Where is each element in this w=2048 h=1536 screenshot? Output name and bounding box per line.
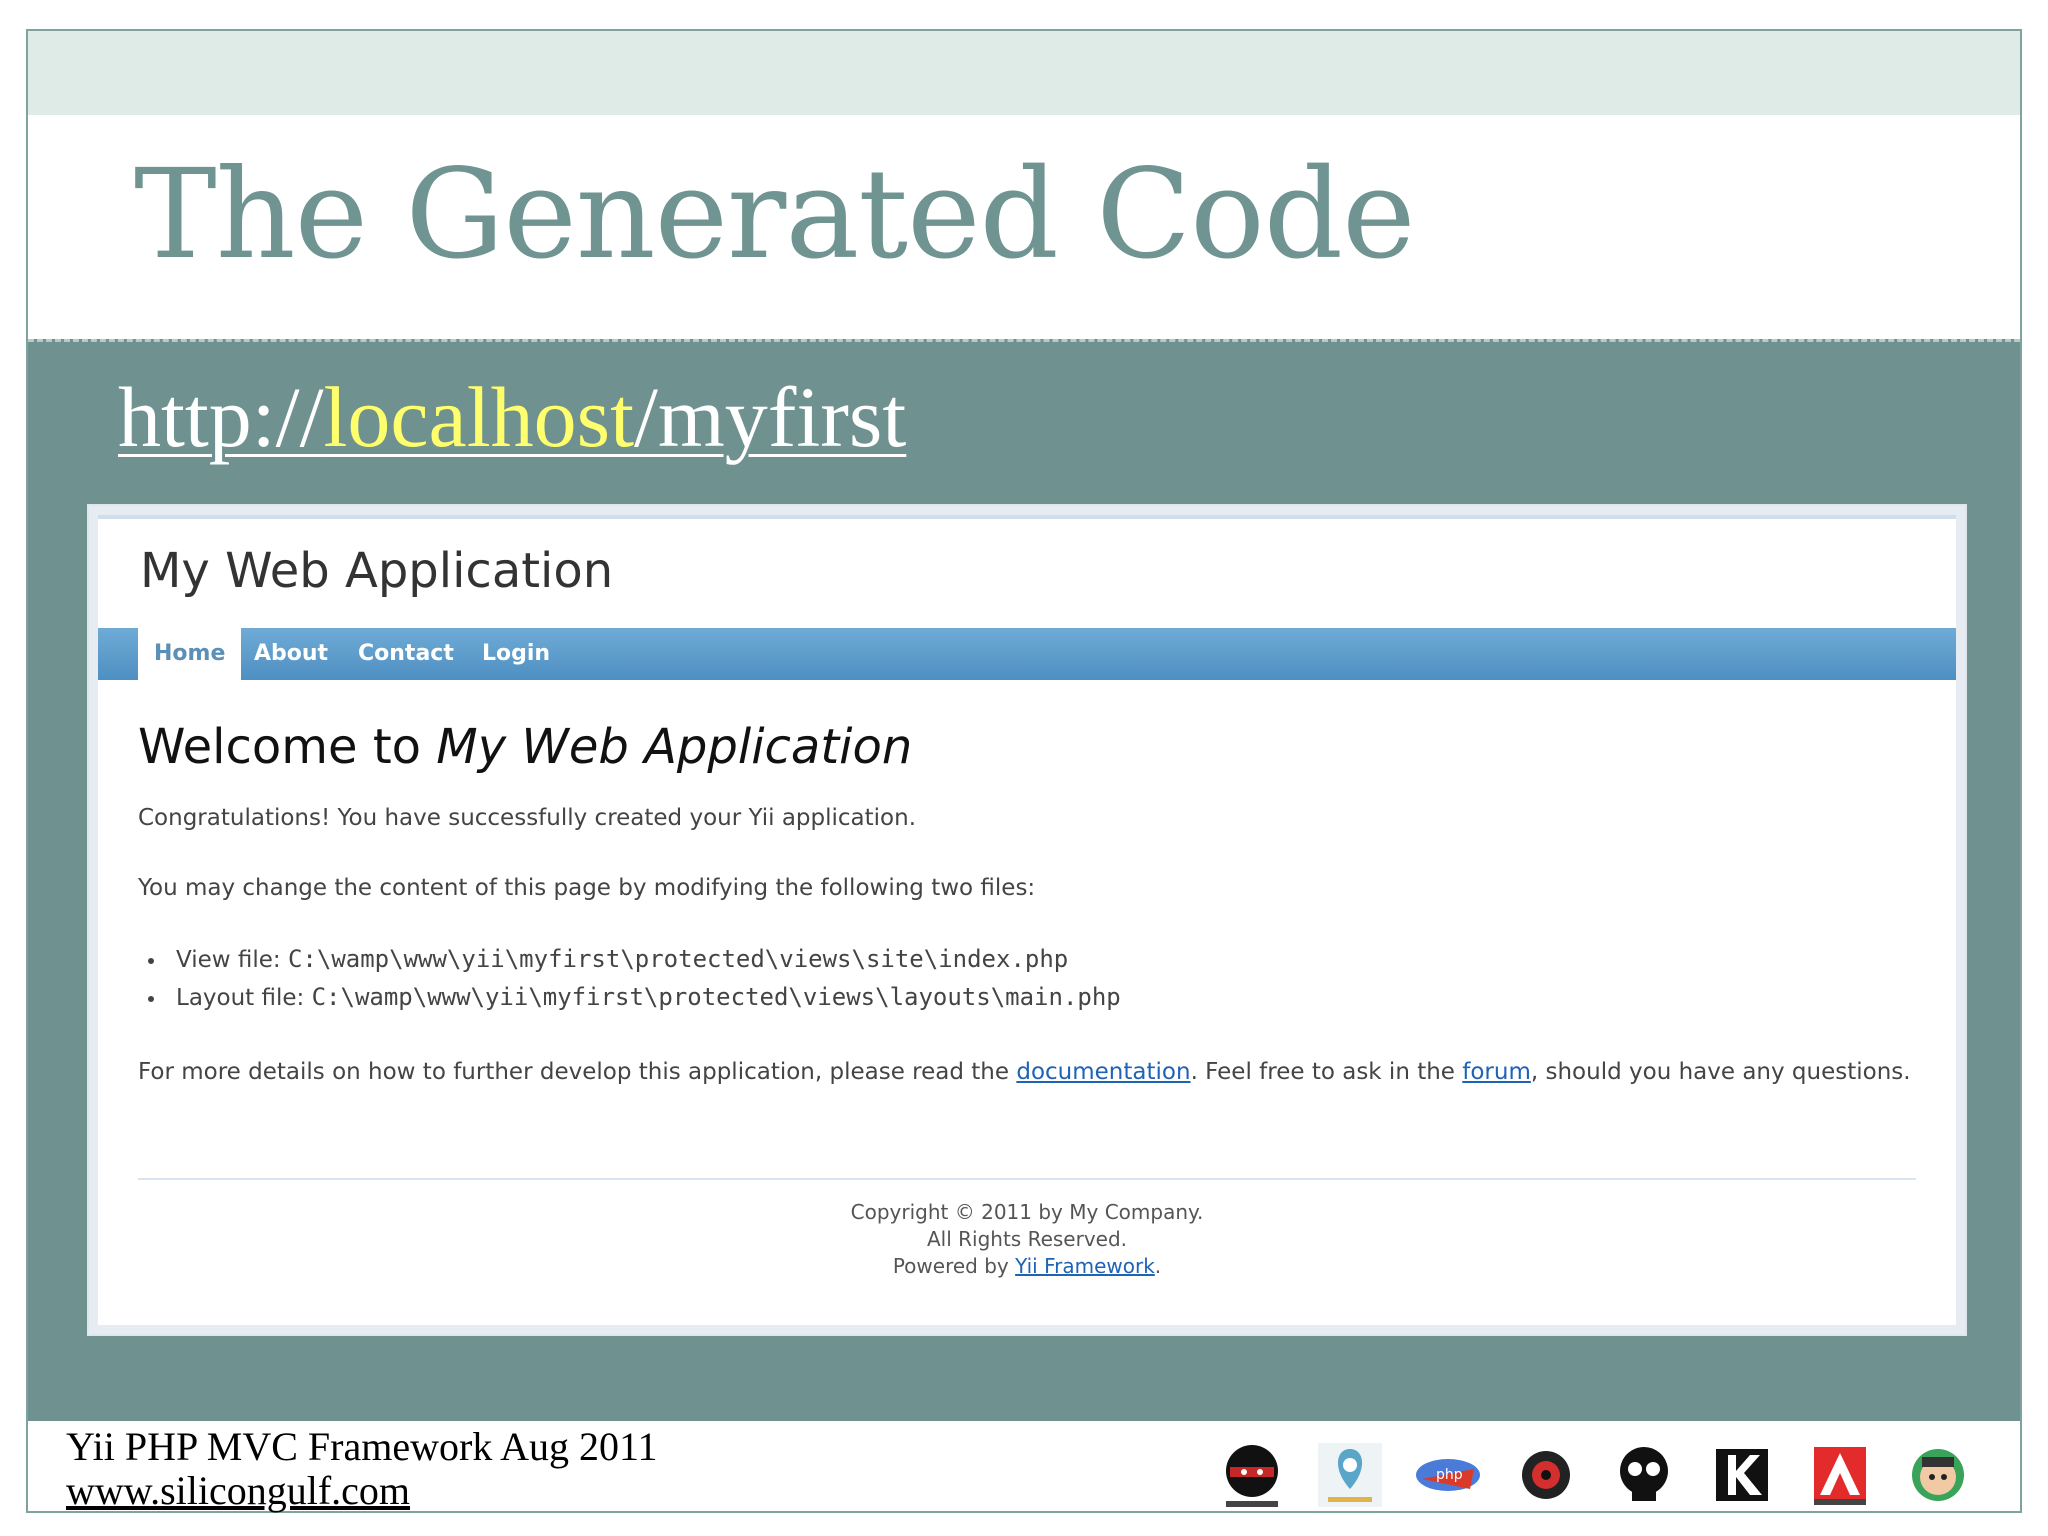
footer-divider <box>138 1178 1916 1180</box>
documentation-link[interactable]: documentation <box>1016 1059 1190 1085</box>
nav-contact[interactable]: Contact <box>358 628 454 680</box>
app-footer: Copyright © 2011 by My Company. All Righ… <box>98 1199 1956 1280</box>
slide-footer: Yii PHP MVC Framework Aug 2011 www.silic… <box>28 1421 2020 1514</box>
url-host[interactable]: localhost <box>323 369 634 465</box>
yii-framework-link[interactable]: Yii Framework <box>1015 1254 1155 1278</box>
welcome-heading: Welcome to My Web Application <box>138 719 913 775</box>
copyright-text: Copyright © 2011 by My Company. <box>850 1200 1204 1224</box>
footer-site-link[interactable]: www.silicongulf.com <box>66 1467 410 1514</box>
footer-title: Yii PHP MVC Framework Aug 2011 <box>66 1424 658 1469</box>
congrats-text: Congratulations! You have successfully c… <box>138 805 917 831</box>
slide-title: The Generated Code <box>134 143 1416 287</box>
slide-url[interactable]: http://localhost/myfirst <box>118 367 906 467</box>
forum-link[interactable]: forum <box>1462 1059 1531 1085</box>
browser-screenshot: My Web Application Home About Contact Lo… <box>87 504 1967 1336</box>
nav-login[interactable]: Login <box>482 628 550 680</box>
slide-top-band <box>28 31 2020 115</box>
ninja-icon <box>1226 1445 1278 1507</box>
change-intro-text: You may change the content of this page … <box>138 875 1036 901</box>
view-file-path: C:\wamp\www\yii\myfirst\protected\views\… <box>287 945 1069 973</box>
nav-home[interactable]: Home <box>138 628 242 680</box>
list-item: View file: C:\wamp\www\yii\myfirst\prote… <box>148 945 1068 973</box>
more-details-text: For more details on how to further devel… <box>138 1059 1911 1085</box>
skull-icon <box>1620 1447 1668 1501</box>
location-pin-icon <box>1318 1443 1382 1507</box>
nav-about[interactable]: About <box>254 628 328 680</box>
app-title: My Web Application <box>140 543 614 599</box>
slide-body: http://localhost/myfirst My Web Applicat… <box>28 339 2020 1422</box>
bullet-icon <box>148 995 154 1002</box>
slide: The Generated Code http://localhost/myfi… <box>26 29 2022 1513</box>
k-icon <box>1716 1449 1768 1501</box>
red-eye-icon <box>1522 1451 1570 1499</box>
php-icon: php <box>1416 1459 1480 1491</box>
layout-file-path: C:\wamp\www\yii\myfirst\protected\views\… <box>311 983 1121 1011</box>
main-nav: Home About Contact Login <box>98 628 1956 680</box>
logo-strip: php <box>1216 1439 1996 1519</box>
list-item: Layout file: C:\wamp\www\yii\myfirst\pro… <box>148 983 1121 1011</box>
rights-text: All Rights Reserved. <box>926 1227 1128 1251</box>
bullet-icon <box>148 957 154 964</box>
face-icon <box>1912 1449 1964 1501</box>
app-page: My Web Application Home About Contact Lo… <box>98 515 1956 1325</box>
powered-by-text: Powered by Yii Framework. <box>892 1254 1162 1278</box>
svg-text:php: php <box>1436 1467 1463 1483</box>
adobe-icon <box>1814 1447 1866 1505</box>
